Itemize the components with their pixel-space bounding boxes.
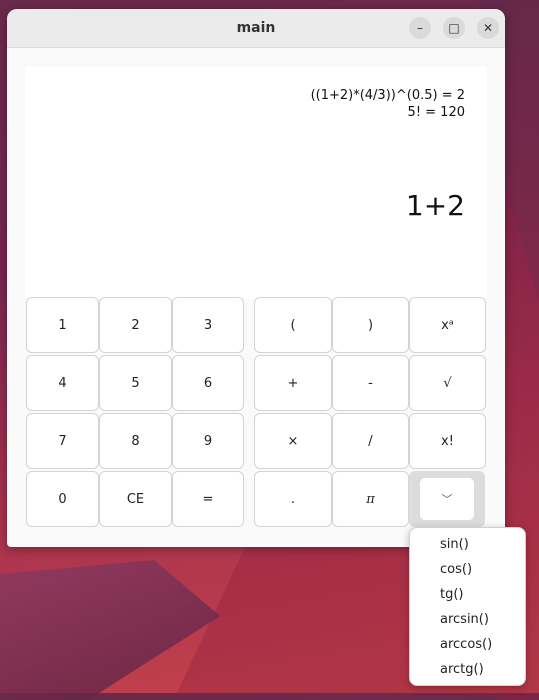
maximize-icon: □ [448, 21, 460, 35]
desktop-decoration [0, 560, 220, 700]
key-7[interactable]: 7 [26, 413, 99, 469]
menu-item-tg[interactable]: tg() [440, 582, 520, 607]
key-multiply[interactable]: × [254, 413, 332, 469]
titlebar[interactable]: main – □ ✕ [7, 9, 505, 48]
key-equals[interactable]: = [172, 471, 244, 527]
key-8[interactable]: 8 [99, 413, 172, 469]
key-9[interactable]: 9 [172, 413, 244, 469]
close-icon: ✕ [482, 21, 494, 35]
functions-popup-menu: sin() cos() tg() arcsin() arccos() arctg… [409, 527, 526, 686]
menu-item-arccos[interactable]: arccos() [440, 632, 520, 657]
key-4[interactable]: 4 [26, 355, 99, 411]
menu-item-cos[interactable]: cos() [440, 557, 520, 582]
key-pi[interactable]: π [332, 471, 409, 527]
key-sqrt[interactable]: √ [409, 355, 486, 411]
menu-item-arctg[interactable]: arctg() [440, 657, 520, 682]
key-power[interactable]: xᵃ [409, 297, 486, 353]
key-plus[interactable]: + [254, 355, 332, 411]
history-line: 5! = 120 [407, 105, 465, 120]
calculator-window: main – □ ✕ ((1+2)*(4/3))^(0.5) = 2 5! = … [7, 9, 505, 547]
key-6[interactable]: 6 [172, 355, 244, 411]
minimize-icon: – [417, 21, 423, 35]
current-expression: 1+2 [405, 189, 465, 222]
minimize-button[interactable]: – [409, 17, 431, 39]
key-clear[interactable]: CE [99, 471, 172, 527]
calculator-display: ((1+2)*(4/3))^(0.5) = 2 5! = 120 1+2 [25, 67, 487, 299]
menu-item-arcsin[interactable]: arcsin() [440, 607, 520, 632]
key-decimal[interactable]: . [254, 471, 332, 527]
menu-item-sin[interactable]: sin() [440, 532, 520, 557]
key-minus[interactable]: - [332, 355, 409, 411]
more-functions-button[interactable]: ﹀ [409, 471, 485, 527]
key-1[interactable]: 1 [26, 297, 99, 353]
key-0[interactable]: 0 [26, 471, 99, 527]
key-5[interactable]: 5 [99, 355, 172, 411]
key-3[interactable]: 3 [172, 297, 244, 353]
key-factorial[interactable]: x! [409, 413, 486, 469]
key-close-paren[interactable]: ) [332, 297, 409, 353]
maximize-button[interactable]: □ [443, 17, 465, 39]
key-open-paren[interactable]: ( [254, 297, 332, 353]
close-button[interactable]: ✕ [477, 17, 499, 39]
chevron-down-icon: ﹀ [420, 478, 474, 520]
key-divide[interactable]: / [332, 413, 409, 469]
history-line: ((1+2)*(4/3))^(0.5) = 2 [310, 88, 465, 103]
key-2[interactable]: 2 [99, 297, 172, 353]
